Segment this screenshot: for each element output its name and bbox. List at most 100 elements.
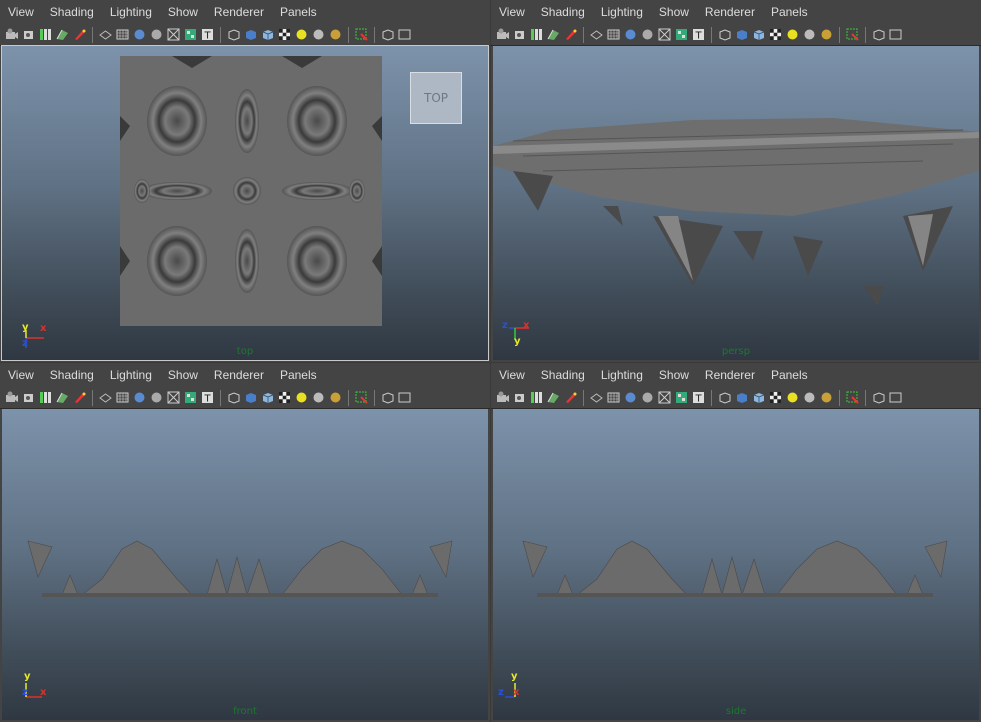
isolate-select-icon[interactable] — [354, 390, 369, 405]
film-gate-icon[interactable] — [397, 27, 412, 42]
bounding-box-icon[interactable] — [717, 27, 732, 42]
menu-panels[interactable]: Panels — [763, 368, 816, 382]
grid-icon[interactable] — [115, 390, 130, 405]
viewport-side[interactable]: y x z side — [493, 409, 979, 720]
viewport-persp[interactable]: z x y persp — [493, 46, 979, 360]
camera-select-icon[interactable] — [4, 27, 19, 42]
xray-icon[interactable] — [166, 27, 181, 42]
image-plane-icon[interactable] — [55, 27, 70, 42]
menu-show[interactable]: Show — [160, 368, 206, 382]
lit-cube-icon[interactable] — [751, 27, 766, 42]
menu-shading[interactable]: Shading — [533, 368, 593, 382]
isolate-select-icon[interactable] — [845, 390, 860, 405]
light-grey-icon[interactable] — [802, 390, 817, 405]
light-yellow-icon[interactable] — [294, 27, 309, 42]
flat-shade-icon[interactable] — [149, 27, 164, 42]
menu-lighting[interactable]: Lighting — [102, 5, 160, 19]
flat-shade-icon[interactable] — [149, 390, 164, 405]
menu-panels[interactable]: Panels — [272, 368, 325, 382]
wireframe-icon[interactable] — [589, 27, 604, 42]
menu-lighting[interactable]: Lighting — [593, 5, 651, 19]
bookmark-icon[interactable] — [38, 27, 53, 42]
isolate-select-icon[interactable] — [354, 27, 369, 42]
menu-lighting[interactable]: Lighting — [102, 368, 160, 382]
bounding-box-icon[interactable] — [226, 27, 241, 42]
xray-icon[interactable] — [166, 390, 181, 405]
film-gate-icon[interactable] — [888, 27, 903, 42]
wireframe-icon[interactable] — [98, 27, 113, 42]
menu-lighting[interactable]: Lighting — [593, 368, 651, 382]
viewport-front[interactable]: y x z front — [2, 409, 488, 720]
camera-attributes-icon[interactable] — [512, 390, 527, 405]
viewcube-top[interactable]: TOP — [410, 72, 462, 124]
shaded-cube-icon[interactable] — [734, 390, 749, 405]
checker-icon[interactable] — [768, 390, 783, 405]
light-gold-icon[interactable] — [819, 390, 834, 405]
resolution-gate-icon[interactable] — [871, 390, 886, 405]
menu-renderer[interactable]: Renderer — [697, 368, 763, 382]
checker-icon[interactable] — [277, 390, 292, 405]
resolution-gate-icon[interactable] — [380, 27, 395, 42]
grease-pencil-icon[interactable] — [563, 27, 578, 42]
grid-icon[interactable] — [115, 27, 130, 42]
grid-icon[interactable] — [606, 27, 621, 42]
shaded-cube-icon[interactable] — [243, 27, 258, 42]
film-gate-icon[interactable] — [888, 390, 903, 405]
camera-select-icon[interactable] — [495, 27, 510, 42]
menu-renderer[interactable]: Renderer — [206, 368, 272, 382]
grease-pencil-icon[interactable] — [72, 27, 87, 42]
menu-view[interactable]: View — [0, 368, 42, 382]
camera-select-icon[interactable] — [4, 390, 19, 405]
menu-show[interactable]: Show — [651, 5, 697, 19]
text-icon[interactable]: T — [200, 27, 215, 42]
menu-show[interactable]: Show — [160, 5, 206, 19]
image-plane-icon[interactable] — [546, 390, 561, 405]
light-yellow-icon[interactable] — [785, 390, 800, 405]
textured-icon[interactable] — [183, 27, 198, 42]
menu-renderer[interactable]: Renderer — [697, 5, 763, 19]
text-icon[interactable]: T — [200, 390, 215, 405]
menu-panels[interactable]: Panels — [272, 5, 325, 19]
flat-shade-icon[interactable] — [640, 27, 655, 42]
grid-icon[interactable] — [606, 390, 621, 405]
lit-cube-icon[interactable] — [260, 390, 275, 405]
image-plane-icon[interactable] — [55, 390, 70, 405]
bounding-box-icon[interactable] — [226, 390, 241, 405]
light-gold-icon[interactable] — [819, 27, 834, 42]
light-yellow-icon[interactable] — [294, 390, 309, 405]
text-icon[interactable]: T — [691, 27, 706, 42]
image-plane-icon[interactable] — [546, 27, 561, 42]
menu-view[interactable]: View — [491, 5, 533, 19]
shaded-cube-icon[interactable] — [243, 390, 258, 405]
textured-icon[interactable] — [183, 390, 198, 405]
text-icon[interactable]: T — [691, 390, 706, 405]
bounding-box-icon[interactable] — [717, 390, 732, 405]
menu-show[interactable]: Show — [651, 368, 697, 382]
flat-shade-icon[interactable] — [640, 390, 655, 405]
smooth-shade-icon[interactable] — [623, 390, 638, 405]
camera-attributes-icon[interactable] — [21, 27, 36, 42]
menu-shading[interactable]: Shading — [533, 5, 593, 19]
light-grey-icon[interactable] — [311, 27, 326, 42]
menu-shading[interactable]: Shading — [42, 5, 102, 19]
smooth-shade-icon[interactable] — [132, 390, 147, 405]
grease-pencil-icon[interactable] — [72, 390, 87, 405]
shaded-cube-icon[interactable] — [734, 27, 749, 42]
wireframe-icon[interactable] — [589, 390, 604, 405]
menu-view[interactable]: View — [491, 368, 533, 382]
checker-icon[interactable] — [768, 27, 783, 42]
light-gold-icon[interactable] — [328, 27, 343, 42]
light-gold-icon[interactable] — [328, 390, 343, 405]
light-grey-icon[interactable] — [311, 390, 326, 405]
lit-cube-icon[interactable] — [260, 27, 275, 42]
menu-renderer[interactable]: Renderer — [206, 5, 272, 19]
checker-icon[interactable] — [277, 27, 292, 42]
light-yellow-icon[interactable] — [785, 27, 800, 42]
menu-view[interactable]: View — [0, 5, 42, 19]
textured-icon[interactable] — [674, 390, 689, 405]
bookmark-icon[interactable] — [38, 390, 53, 405]
resolution-gate-icon[interactable] — [871, 27, 886, 42]
light-grey-icon[interactable] — [802, 27, 817, 42]
camera-select-icon[interactable] — [495, 390, 510, 405]
isolate-select-icon[interactable] — [845, 27, 860, 42]
